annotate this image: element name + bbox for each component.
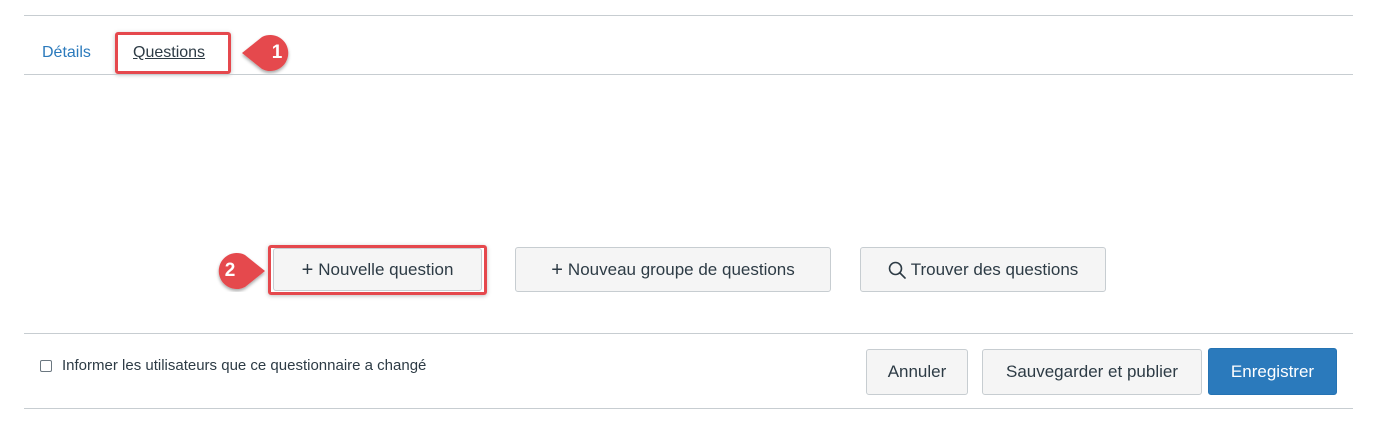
- new-question-label: Nouvelle question: [318, 259, 454, 279]
- search-icon: [888, 261, 906, 279]
- save-button[interactable]: Enregistrer: [1208, 348, 1337, 395]
- tab-details[interactable]: Détails: [42, 43, 91, 63]
- find-questions-label: Trouver des questions: [910, 259, 1079, 279]
- notify-users-checkbox[interactable]: [40, 359, 52, 372]
- footer-top-divider: [24, 333, 1353, 334]
- callout-marker-1: 1: [240, 32, 300, 74]
- notify-users-option: Informer les utilisateurs que ce questio…: [40, 357, 426, 374]
- plus-icon: +: [301, 258, 314, 281]
- callout-number-2: 2: [224, 260, 236, 281]
- callout-marker-2: 2: [207, 250, 267, 292]
- new-question-button[interactable]: + Nouvelle question: [273, 248, 482, 291]
- callout-number-1: 1: [271, 42, 283, 63]
- tab-questions[interactable]: Questions: [133, 43, 205, 63]
- callout-shape-right: [242, 35, 289, 71]
- footer-bottom-divider: [24, 408, 1353, 409]
- plus-icon: +: [551, 258, 563, 281]
- new-question-group-button[interactable]: + Nouveau groupe de questions: [515, 247, 831, 292]
- top-divider: [24, 15, 1353, 16]
- new-question-group-label: Nouveau groupe de questions: [567, 259, 795, 279]
- find-questions-button[interactable]: Trouver des questions: [860, 247, 1106, 292]
- tab-bar-divider: [24, 74, 1353, 75]
- save-and-publish-button[interactable]: Sauvegarder et publier: [982, 349, 1202, 395]
- cancel-button[interactable]: Annuler: [866, 349, 968, 395]
- notify-users-label: Informer les utilisateurs que ce questio…: [62, 357, 427, 374]
- callout-shape-left: [218, 253, 265, 289]
